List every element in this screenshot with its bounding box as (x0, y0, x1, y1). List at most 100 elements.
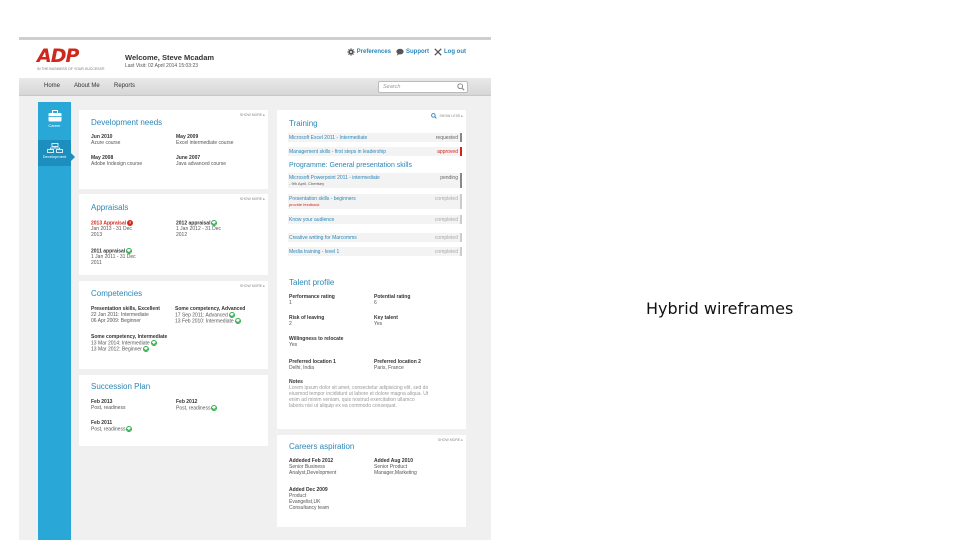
status-badge: approved (437, 149, 458, 155)
show-less-link[interactable]: SHOW LESS ▸ (431, 113, 463, 119)
show-more-link[interactable]: SHOW MORE ▸ (240, 197, 265, 201)
close-icon (434, 48, 442, 56)
status-badge: completed (434, 249, 458, 255)
succession-text-label: Post, readiness (91, 426, 126, 433)
preferences-link[interactable]: Preferences (347, 48, 391, 56)
succession-text-label: Post, readiness (176, 405, 211, 412)
field-value: Paris, France (374, 365, 404, 371)
show-more-link[interactable]: SHOW MORE ▸ (438, 438, 463, 442)
status-badge: pending (440, 175, 458, 181)
item-text: Azure course (91, 140, 121, 146)
competency-level: 13 Feb 2010: Intermediate (175, 318, 241, 325)
field-value: Yes (289, 342, 298, 348)
status-bar (460, 173, 462, 188)
training-row[interactable]: Microsoft Powerpoint 2011 - intermediate… (288, 173, 462, 188)
card-title: Succession Plan (91, 382, 151, 391)
status-bar (460, 194, 462, 209)
card-title: Talent profile (289, 278, 335, 287)
sidebar-item-development[interactable]: Development (38, 140, 71, 166)
nav-about-me[interactable]: About Me (74, 83, 100, 89)
field-value: 2 (289, 321, 292, 327)
preferences-label: Preferences (356, 49, 391, 55)
training-row[interactable]: Management skills - first steps in leade… (288, 147, 462, 156)
appraisals-card: SHOW MORE ▸ Appraisals 2013 Appraisal? J… (79, 194, 268, 275)
aspiration-text: Consultancy team (289, 505, 330, 511)
sidebar: Career Development (38, 102, 75, 540)
provide-feedback-link[interactable]: provide feedback (289, 202, 319, 209)
training-row[interactable]: Know your audience completed (288, 215, 462, 224)
search-icon[interactable] (457, 83, 465, 91)
nav-home[interactable]: Home (44, 83, 60, 89)
speech-bubble-icon (396, 48, 404, 56)
wireframe-frame: ADP IN THE BUSINESS OF YOUR SUCCESS® Wel… (19, 37, 491, 540)
status-bar (460, 247, 462, 256)
training-label: Management skills - first steps in leade… (289, 149, 386, 155)
logout-label: Log out (444, 49, 466, 55)
succession-text: Post, readiness (91, 405, 126, 411)
aspiration-text: Analyst,Development (289, 470, 337, 476)
show-less-label: SHOW LESS ▸ (439, 114, 463, 118)
sidebar-label-career: Career (48, 123, 61, 128)
training-row[interactable]: Creative writing for Marcomms completed (288, 233, 462, 242)
training-label: Creative writing for Marcomms (289, 235, 357, 241)
competency-level-text: 13 Feb 2010: Intermediate (175, 318, 234, 325)
competencies-card: SHOW MORE ▸ Competencies Presentation sk… (79, 281, 268, 369)
card-title: Careers aspiration (289, 442, 355, 451)
logout-link[interactable]: Log out (434, 48, 466, 56)
last-visit-text: Last Visit: 02 April 2014 15:03:23 (125, 63, 199, 69)
training-label: Media training - level 1 (289, 249, 340, 255)
sidebar-label-development: Development (42, 154, 67, 159)
adp-logo[interactable]: ADP (37, 46, 87, 66)
field-value: Yes (374, 321, 383, 327)
check-icon (126, 426, 133, 432)
show-more-link[interactable]: SHOW MORE ▸ (240, 113, 265, 117)
succession-plan-card: Succession Plan Feb 2013 Post, readiness… (79, 375, 268, 446)
field-label: Risk of leaving (289, 315, 325, 321)
support-link[interactable]: Support (396, 48, 429, 56)
field-label: Potential rating (374, 294, 411, 300)
training-row[interactable]: Microsoft Excel 2011 - Intermediate requ… (288, 133, 462, 142)
header: ADP IN THE BUSINESS OF YOUR SUCCESS® Wel… (19, 40, 491, 78)
aspiration-text: Manager,Marketing (374, 470, 417, 476)
notes-text: laboris nisi ut aliquip ex ea commodo co… (289, 403, 397, 409)
gear-icon (347, 48, 355, 56)
careers-aspiration-card: SHOW MORE ▸ Careers aspiration Addeded F… (277, 435, 466, 527)
check-icon (150, 340, 157, 346)
top-links: Preferences Support Log out (347, 48, 466, 56)
card-title: Development needs (91, 118, 163, 127)
item-text: Java advanced course (176, 161, 227, 167)
development-needs-card: SHOW MORE ▸ Development needs Jun 2010 A… (79, 110, 268, 189)
status-bar (460, 233, 462, 242)
field-value: 1 (289, 300, 292, 306)
status-bar (460, 133, 462, 142)
field-value: 6 (374, 300, 377, 306)
status-badge: requested (435, 135, 458, 141)
org-chart-icon (46, 143, 63, 153)
succession-text: Post, readiness (91, 426, 133, 433)
item-text: Excel intermediate course (176, 140, 234, 146)
slide-caption: Hybrid wireframes (646, 299, 794, 318)
search-input[interactable]: Search (378, 81, 468, 93)
welcome-text: Welcome, Steve Mcadam (125, 53, 215, 62)
status-bar (460, 215, 462, 224)
check-icon (211, 405, 218, 411)
card-title: Competencies (91, 289, 143, 298)
training-label: Microsoft Excel 2011 - Intermediate (289, 135, 368, 141)
training-row[interactable]: Presentation skills - beginners provide … (288, 194, 462, 209)
appraisal-range: 2012 (176, 232, 188, 238)
nav-reports[interactable]: Reports (114, 83, 135, 89)
nav-bar: Home About Me Reports Search (19, 78, 491, 96)
field-value: Delhi, India (289, 365, 315, 371)
competency-level: 06 Apr 2009: Beginner (91, 318, 141, 324)
card-title: Appraisals (91, 203, 129, 212)
logo-tagline: IN THE BUSINESS OF YOUR SUCCESS® (37, 67, 105, 71)
talent-profile-card: Talent profile Performance rating 1 Pote… (277, 271, 466, 429)
support-label: Support (406, 49, 429, 55)
sidebar-item-career[interactable]: Career (38, 110, 71, 138)
status-bar (460, 147, 462, 156)
training-row[interactable]: Media training - level 1 completed (288, 247, 462, 256)
logo-text: ADP (37, 45, 79, 67)
active-indicator (71, 153, 75, 161)
competency-level: 13 Mar 2012: Beginner (91, 346, 149, 353)
show-more-link[interactable]: SHOW MORE ▸ (240, 284, 265, 288)
